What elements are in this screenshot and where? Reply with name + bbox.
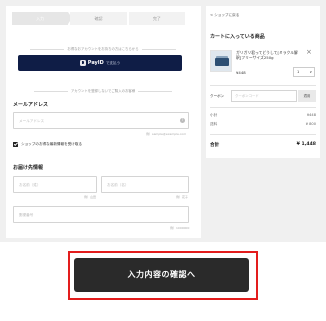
checkbox-checked-icon — [13, 142, 18, 147]
quantity-select[interactable]: 1 ∨ — [293, 67, 315, 77]
proceed-to-confirm-button[interactable]: 入力内容の確認へ — [74, 258, 249, 292]
account-hint: お得なおアカウントをお持ちの方はこちらから — [18, 46, 188, 51]
newsletter-checkbox[interactable]: ショップのお得な最新情報を受け取る — [13, 142, 82, 147]
last-name-field[interactable]: お名前（姓） — [13, 176, 97, 193]
coupon-input[interactable]: クーポンコード — [231, 90, 297, 102]
divider — [210, 85, 316, 86]
coupon-label: クーポン — [210, 94, 225, 98]
email-section-title: メールアドレス — [13, 102, 49, 108]
cart-title: カートに入っている商品 — [210, 34, 265, 40]
subtotal-row: 小計 ¥448 — [210, 113, 316, 117]
progress-steps: 入力 確認 完了 — [12, 12, 187, 25]
info-icon: ? — [180, 118, 185, 123]
first-name-field[interactable]: お名前（名） — [101, 176, 189, 193]
step-confirm: 確認 — [70, 12, 127, 25]
step-input: 入力 — [12, 12, 73, 25]
first-name-note: 例）花子 — [176, 195, 189, 199]
product-name: ガリガリ君ってどうして[ミラクル解釈]フリーサイズ250g — [236, 50, 298, 60]
total-row: 合計 ¥ 1,448 — [210, 142, 316, 148]
step-complete: 完了 — [128, 12, 185, 25]
shipping-section-title: お届け先情報 — [13, 165, 44, 171]
last-name-note: 例）山田 — [84, 195, 97, 199]
email-note: 例）sample@example.com — [146, 132, 187, 136]
remove-item-icon[interactable]: × — [306, 48, 312, 56]
email-field[interactable]: メールアドレス ? — [13, 112, 189, 129]
shipping-fee-row: 送料 ¥ 800 — [210, 122, 316, 126]
back-to-shop-link[interactable]: < ショップに戻る — [210, 13, 239, 18]
payid-button[interactable]: PayID で支払う — [18, 55, 182, 71]
divider — [210, 107, 316, 108]
payid-logo-icon — [79, 60, 86, 66]
product-price: ¥448 — [236, 70, 246, 75]
product-thumbnail — [210, 50, 232, 72]
apply-coupon-button[interactable]: 適用 — [298, 90, 316, 102]
checkout-form-panel: 入力 確認 完了 お得なおアカウントをお持ちの方はこちらから PayID で支払… — [6, 6, 201, 238]
postal-code-field[interactable]: 郵便番号 — [13, 206, 189, 223]
postal-note: 例）1000000 — [170, 226, 190, 230]
cart-panel: < ショップに戻る カートに入っている商品 ガリガリ君ってどうして[ミラクル解釈… — [206, 6, 320, 158]
guest-hint: アカウントを登録しないでご購入のお客様 — [18, 88, 188, 93]
divider — [210, 134, 316, 135]
chevron-down-icon: ∨ — [309, 70, 312, 74]
